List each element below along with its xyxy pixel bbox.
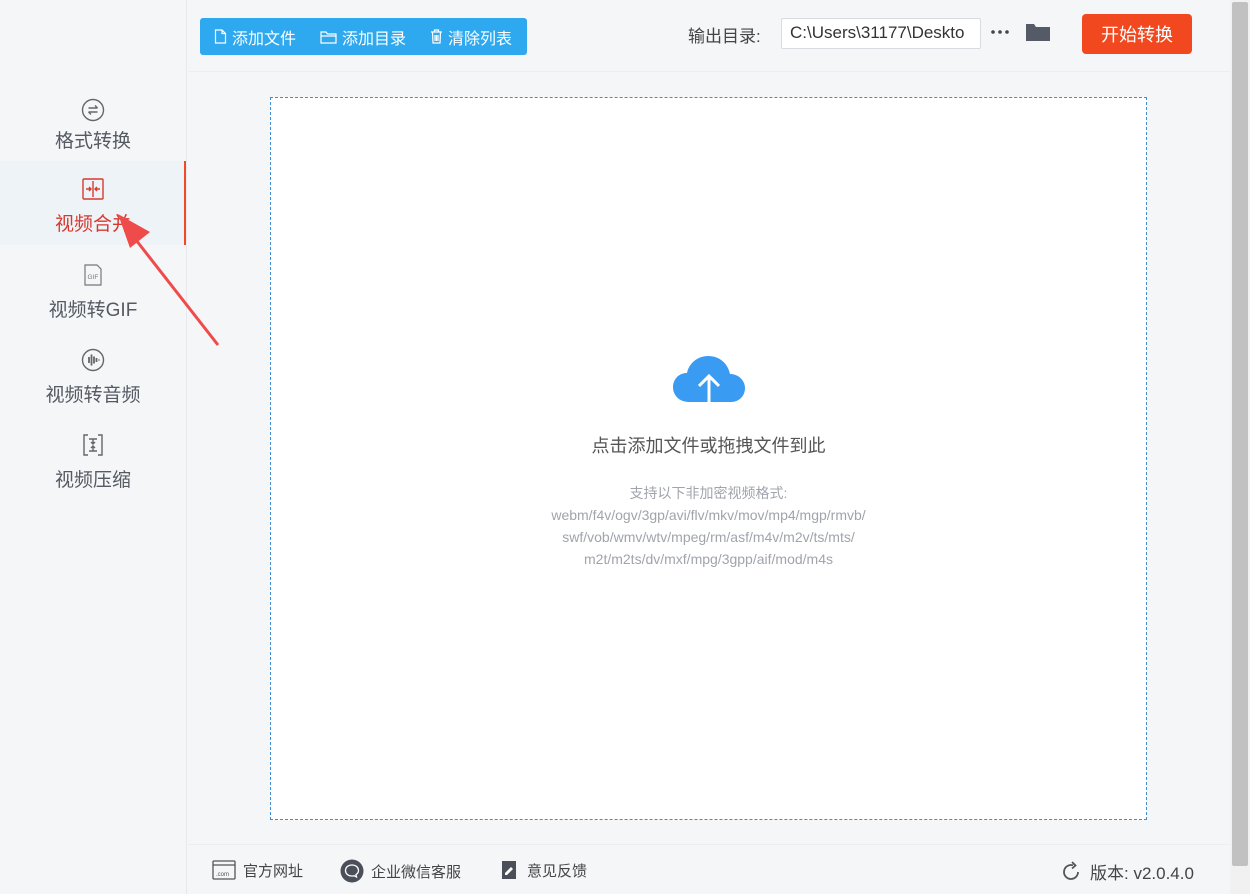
sidebar-item-label: 视频转音频 [45,385,141,406]
folder-icon [1026,24,1050,41]
sidebar-item-label: 视频转GIF [48,300,138,321]
format-convert-icon [81,98,105,122]
refresh-icon [1063,860,1079,880]
audio-icon [81,348,105,372]
add-directory-button[interactable]: 添加目录 [320,18,406,55]
clear-list-label: 清除列表 [448,30,513,48]
trash-icon [431,29,442,44]
footer-bar: .com 官方网址 企业微信客服 意见反馈 版本: v2.0.4.0 [188,844,1230,894]
formats-line: m2t/m2ts/dv/mxf/mpg/3gpp/aif/mod/m4s [584,551,833,567]
sidebar-item-video-merge[interactable]: 视频合并 [0,161,186,245]
gif-icon: GIF [84,264,102,286]
website-icon: .com [212,860,236,880]
scrollbar-thumb[interactable] [1232,2,1248,866]
svg-text:.com: .com [216,872,229,878]
ellipsis-icon [991,30,1009,34]
top-toolbar: 添加文件 添加目录 清除列表 输出目录: C:\Users\31177\Desk… [188,0,1230,72]
file-drop-zone[interactable]: 点击添加文件或拖拽文件到此 支持以下非加密视频格式: webm/f4v/ogv/… [270,97,1147,820]
official-website-label: 官方网址 [243,862,304,880]
add-file-label: 添加文件 [232,30,297,48]
version-label: 版本: v2.0.4.0 [1090,864,1194,883]
start-convert-button[interactable]: 开始转换 [1082,14,1192,54]
version-info: 版本: v2.0.4.0 [1060,859,1194,884]
open-folder-button[interactable] [1025,20,1051,44]
cloud-upload-icon [673,356,745,418]
add-directory-label: 添加目录 [342,30,407,48]
output-dir-label: 输出目录: [688,27,761,46]
official-website-link[interactable]: .com 官方网址 [212,859,303,881]
sidebar-item-video-compress[interactable]: 视频压缩 [0,425,186,509]
feedback-label: 意见反馈 [527,862,588,880]
sidebar-item-label: 视频压缩 [54,470,131,491]
wechat-support-link[interactable]: 企业微信客服 [340,859,461,883]
more-options-button[interactable] [988,20,1012,44]
formats-heading: 支持以下非加密视频格式: [629,485,788,501]
file-toolbar: 添加文件 添加目录 清除列表 [200,18,527,55]
main-content: 点击添加文件或拖拽文件到此 支持以下非加密视频格式: webm/f4v/ogv/… [188,73,1230,844]
svg-text:GIF: GIF [88,274,99,281]
output-dir-field[interactable]: C:\Users\31177\Deskto [781,18,981,49]
formats-line: webm/f4v/ogv/3gp/avi/flv/mkv/mov/mp4/mgp… [551,507,866,523]
compress-icon [83,434,103,456]
feedback-icon [502,861,516,879]
clear-list-button[interactable]: 清除列表 [430,18,512,55]
formats-line: swf/vob/wmv/wtv/mpeg/rm/asf/m4v/m2v/ts/m… [562,529,855,545]
folder-outline-icon [320,30,337,44]
vertical-scrollbar[interactable] [1230,0,1250,894]
video-merge-icon [82,178,104,200]
drop-zone-title: 点击添加文件或拖拽文件到此 [591,436,826,456]
sidebar-item-label: 格式转换 [54,131,131,152]
feedback-link[interactable]: 意见反馈 [500,859,587,881]
file-icon [214,29,227,44]
supported-formats: 支持以下非加密视频格式: webm/f4v/ogv/3gp/avi/flv/mk… [271,482,1146,570]
wechat-support-label: 企业微信客服 [371,863,462,881]
wechat-icon [340,859,364,883]
add-file-button[interactable]: 添加文件 [214,18,296,55]
sidebar-item-video-to-audio[interactable]: 视频转音频 [0,340,186,424]
sidebar-item-label: 视频合并 [54,214,131,235]
sidebar: 格式转换 视频合并 GIF 视频转GIF 视频转音频 视频压缩 [0,0,187,894]
app-window: 格式转换 视频合并 GIF 视频转GIF 视频转音频 视频压缩 添加文件 添加目… [0,0,1250,894]
sidebar-item-video-to-gif[interactable]: GIF 视频转GIF [0,255,186,339]
